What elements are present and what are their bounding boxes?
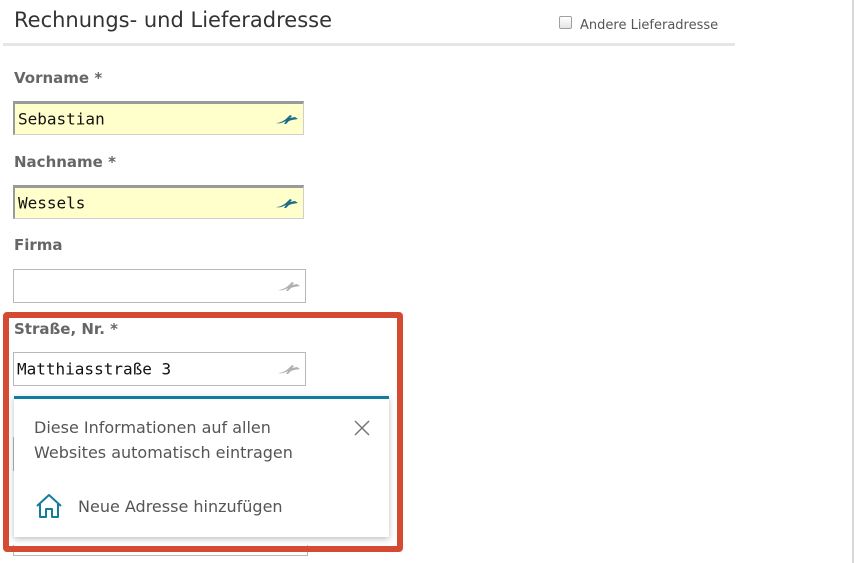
first-name-field[interactable]: Sebastian [13,101,304,135]
alt-delivery-label[interactable]: Andere Lieferadresse [580,18,718,33]
autofill-bird-icon[interactable] [277,279,301,293]
first-name-label: Vorname * [14,69,103,87]
autofill-bird-icon[interactable] [275,112,299,126]
first-name-value: Sebastian [18,109,105,129]
close-icon[interactable] [353,419,371,437]
autofill-bird-icon[interactable] [275,196,299,210]
last-name-label: Nachname * [14,153,116,171]
home-icon [36,494,62,518]
page-title: Rechnungs- und Lieferadresse [14,8,332,32]
header-divider [3,43,735,46]
company-field[interactable] [13,269,306,303]
last-name-field[interactable]: Wessels [13,185,304,219]
alt-delivery-option[interactable]: Andere Lieferadresse [559,12,718,33]
add-new-address-button[interactable]: Neue Adresse hinzufügen [34,493,283,519]
company-label: Firma [14,236,63,254]
autofill-popup-message: Diese Informationen auf allen Websites a… [34,418,293,462]
last-name-value: Wessels [18,193,86,213]
add-new-address-label[interactable]: Neue Adresse hinzufügen [78,497,283,516]
autofill-popup: Diese Informationen auf allen Websites a… [14,396,389,537]
alt-delivery-checkbox[interactable] [559,16,572,29]
